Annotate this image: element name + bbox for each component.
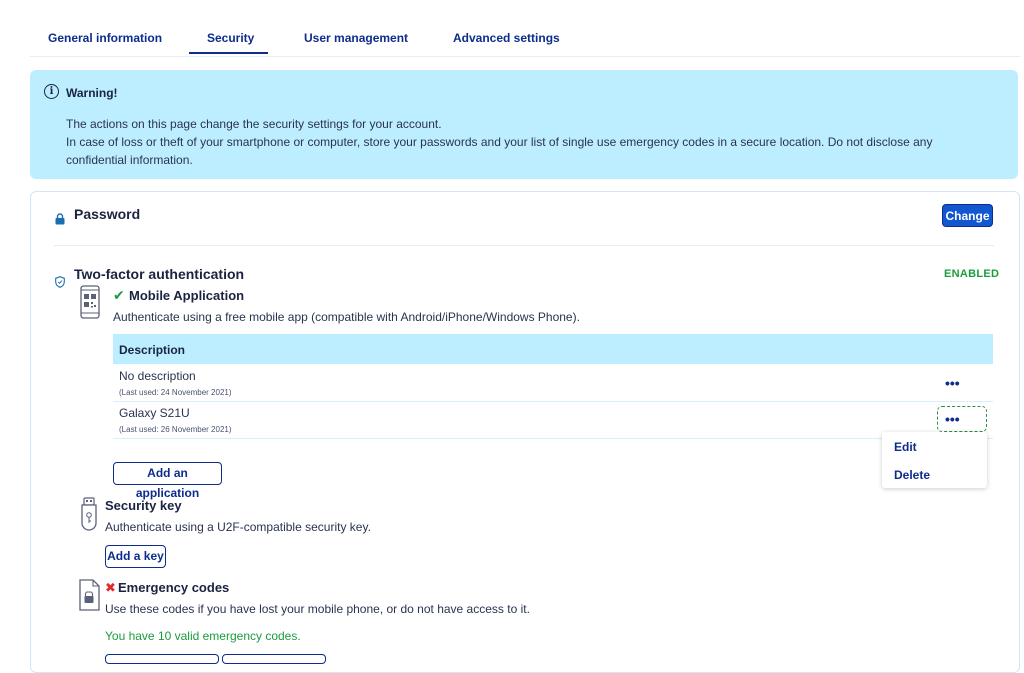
security-key-title: Security key	[105, 498, 182, 513]
status-badge: ENABLED	[944, 268, 1000, 280]
qr-phone-icon	[80, 285, 100, 319]
more-icon[interactable]: •••	[945, 411, 960, 427]
lock-icon	[55, 213, 65, 225]
device-name: Galaxy S21U	[119, 406, 190, 420]
emergency-codes-title: Emergency codes	[118, 580, 230, 595]
column-header-description: Description	[119, 343, 186, 357]
warning-title: Warning!	[66, 86, 118, 100]
emergency-codes-description: Use these codes if you have lost your mo…	[105, 602, 530, 616]
warning-banner: i Warning! The actions on this page chan…	[30, 70, 1018, 179]
info-icon: i	[44, 84, 59, 99]
tab-bar: General information Security User manage…	[30, 20, 1020, 57]
menu-item-delete[interactable]: Delete	[894, 468, 930, 482]
tab-advanced-settings[interactable]: Advanced settings	[453, 31, 560, 45]
cross-icon: ✖	[105, 580, 116, 595]
device-name: No description	[119, 369, 196, 383]
table-header: Description	[113, 334, 993, 364]
section-divider	[54, 245, 994, 246]
last-used: (Last used: 24 November 2021)	[119, 388, 232, 397]
shield-icon	[55, 276, 65, 288]
emergency-action-button[interactable]	[105, 654, 219, 664]
table-row: No description (Last used: 24 November 2…	[113, 365, 993, 402]
table-row: Galaxy S21U (Last used: 26 November 2021…	[113, 402, 993, 439]
tab-general-information[interactable]: General information	[48, 31, 162, 45]
add-key-button[interactable]: Add a key	[105, 545, 166, 568]
mobile-app-title: Mobile Application	[129, 288, 245, 303]
tab-security[interactable]: Security	[207, 31, 254, 45]
warning-line-1: The actions on this page change the secu…	[66, 117, 442, 131]
document-lock-icon	[79, 579, 100, 611]
more-icon[interactable]: •••	[945, 375, 960, 391]
warning-line-2: In case of loss or theft of your smartph…	[66, 135, 933, 167]
mobile-app-description: Authenticate using a free mobile app (co…	[113, 310, 580, 324]
two-factor-title: Two-factor authentication	[74, 266, 245, 282]
tab-user-management[interactable]: User management	[304, 31, 408, 45]
emergency-codes-valid-count: You have 10 valid emergency codes.	[105, 629, 301, 643]
password-title: Password	[74, 206, 141, 222]
warning-text: The actions on this page change the secu…	[66, 115, 996, 169]
actions-menu: Edit Delete	[882, 432, 987, 488]
security-key-description: Authenticate using a U2F-compatible secu…	[105, 520, 371, 534]
add-application-button[interactable]: Add an application	[113, 462, 222, 500]
menu-item-edit[interactable]: Edit	[894, 440, 917, 454]
change-password-button[interactable]: Change	[942, 204, 993, 227]
check-icon: ✔	[113, 287, 125, 303]
emergency-action-button[interactable]	[222, 654, 326, 664]
active-tab-indicator	[189, 52, 268, 54]
usb-key-icon	[81, 497, 97, 531]
last-used: (Last used: 26 November 2021)	[119, 425, 232, 434]
